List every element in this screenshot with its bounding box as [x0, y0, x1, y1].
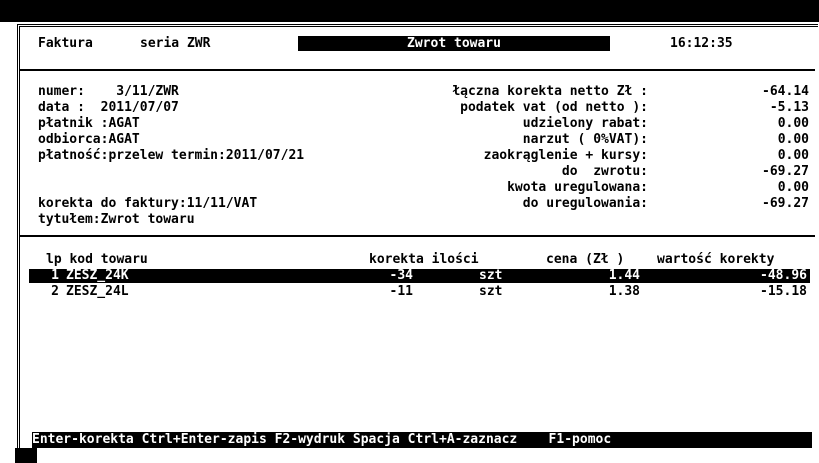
table-row-selected[interactable]: 1 ZESZ_24K -34 szt 1.44 -48.96: [29, 269, 810, 283]
row-quantity: -11: [389, 284, 413, 299]
row-lp: 1: [51, 268, 59, 283]
row-value: -48.96: [760, 268, 807, 283]
summary-value-discount: 0.00: [777, 116, 809, 131]
invoice-number[interactable]: numer: 3/11/ZWR: [38, 85, 179, 99]
corrected-invoice-field[interactable]: korekta do faktury:11/11/VAT: [38, 197, 257, 211]
summary-label-paid: kwota uregulowana:: [507, 180, 648, 195]
table-row[interactable]: 2 ZESZ_24L -11 szt 1.38 -15.18: [29, 285, 810, 299]
summary-label-to-return: do zwrotu:: [561, 164, 648, 179]
column-header-lp-code: lp kod towaru: [46, 252, 148, 267]
summary-value-to-return: -69.27: [762, 164, 809, 179]
column-header-value: wartość korekty: [657, 252, 775, 267]
invoice-date[interactable]: data : 2011/07/07: [38, 101, 179, 115]
shortcut-status-bar: Enter-korekta Ctrl+Enter-zapis F2-wydruk…: [32, 432, 812, 448]
payer-field[interactable]: płatnik :AGAT: [38, 117, 140, 131]
bottom-left-block: [15, 448, 37, 463]
recipient-field[interactable]: odbiorca:AGAT: [38, 133, 140, 147]
row-price: 1.38: [608, 284, 640, 299]
row-value: -15.18: [760, 284, 807, 299]
header-divider: [20, 69, 815, 71]
summary-value-rounding: 0.00: [777, 148, 809, 163]
mode-title: Zwrot towaru: [298, 36, 610, 51]
clock: 16:12:35: [670, 36, 733, 51]
summary-label-markup: narzut ( 0%VAT):: [522, 132, 648, 147]
row-quantity: -34: [389, 268, 413, 283]
row-unit: szt: [479, 284, 503, 299]
row-lp: 2: [51, 284, 59, 299]
summary-value-net-correction: -64.14: [762, 84, 809, 99]
summary-label-rounding: zaokrąglenie + kursy:: [483, 148, 648, 163]
series-label: seria ZWR: [140, 36, 211, 51]
row-unit: szt: [479, 268, 503, 283]
payment-field[interactable]: płatność:przelew termin:2011/07/21: [38, 149, 304, 163]
column-header-price: cena (Zł ): [546, 252, 625, 267]
summary-value-markup: 0.00: [777, 132, 809, 147]
summary-label-vat: podatek vat (od netto ):: [460, 100, 648, 115]
column-header-quantity: korekta ilości: [369, 252, 479, 267]
summary-value-paid: 0.00: [777, 180, 809, 195]
summary-value-to-settle: -69.27: [762, 196, 809, 211]
summary-label-to-settle: do uregulowania:: [522, 196, 648, 211]
title-field[interactable]: tytułem:Zwrot towaru: [38, 213, 195, 227]
summary-label-net-correction: łączna korekta netto Zł :: [452, 84, 648, 99]
row-product-code: ZESZ_24K: [66, 268, 129, 283]
top-black-bar: [0, 0, 819, 22]
row-price: 1.44: [608, 268, 640, 283]
row-product-code: ZESZ_24L: [66, 284, 129, 299]
table-divider: [20, 235, 815, 237]
summary-label-discount: udzielony rabat:: [522, 116, 648, 131]
document-type-label: Faktura: [38, 36, 93, 51]
summary-value-vat: -5.13: [769, 100, 809, 115]
